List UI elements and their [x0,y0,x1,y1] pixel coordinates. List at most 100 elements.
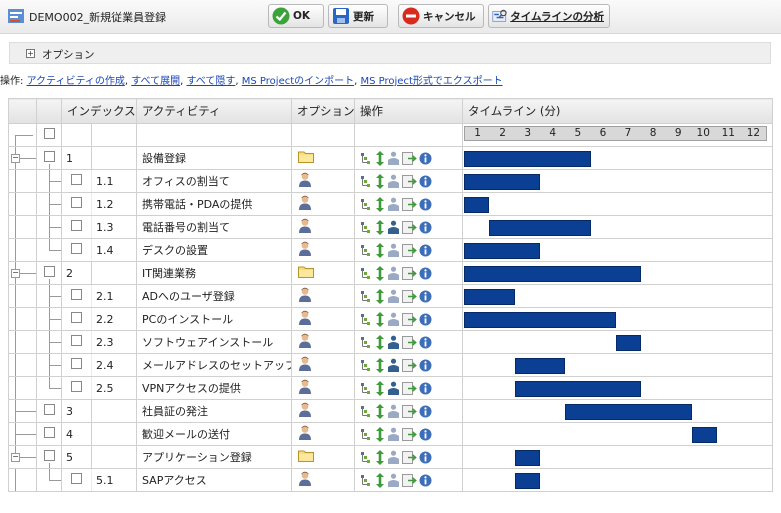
timeline-bar[interactable] [464,266,642,282]
info-icon[interactable] [419,428,432,441]
assign-icon[interactable] [387,427,400,441]
user-icon[interactable] [298,333,312,351]
activity-name[interactable]: 設備登録 [136,146,292,170]
timeline-bar[interactable] [514,450,540,466]
export-icon[interactable] [402,289,417,303]
user-icon[interactable] [298,195,312,213]
export-icon[interactable] [402,312,417,326]
row-checkbox[interactable] [43,151,55,162]
user-icon[interactable] [298,356,312,374]
row-checkbox[interactable] [71,312,82,323]
table-row[interactable]: − 1 設備登録 [8,146,773,170]
activity-name[interactable]: 歓迎メールの送付 [136,422,292,446]
header-operations[interactable]: 操作 [354,98,463,124]
info-icon[interactable] [419,221,432,234]
export-icon[interactable] [402,266,417,280]
ok-button[interactable]: OK [268,4,324,28]
move-icon[interactable] [375,265,385,281]
row-checkbox[interactable] [43,404,55,415]
update-button[interactable]: 更新 [328,4,388,28]
move-icon[interactable] [375,426,385,442]
add-child-icon[interactable] [361,244,373,257]
table-row[interactable]: − 5 アプリケーション登録 [8,445,773,469]
user-icon[interactable] [298,218,312,236]
info-icon[interactable] [419,198,432,211]
activity-name[interactable]: 携帯電話・PDAの提供 [136,192,292,216]
folder-icon[interactable] [298,150,314,166]
move-icon[interactable] [375,242,385,258]
assign-icon[interactable] [387,220,400,234]
collapse-all-link[interactable]: すべて隠す [187,76,236,87]
table-row[interactable]: 2.4 メールアドレスのセットアップ [8,353,773,377]
info-icon[interactable] [419,244,432,257]
export-icon[interactable] [402,358,417,372]
timeline-bar[interactable] [616,335,642,351]
header-index[interactable]: インデックス [61,98,137,124]
activity-name[interactable]: ADへのユーザ登録 [136,284,292,308]
export-icon[interactable] [402,151,417,165]
move-icon[interactable] [375,449,385,465]
export-icon[interactable] [402,197,417,211]
export-icon[interactable] [402,404,417,418]
user-icon[interactable] [298,172,312,190]
export-icon[interactable] [402,427,417,441]
row-checkbox[interactable] [43,266,55,277]
add-child-icon[interactable] [361,382,373,395]
ms-project-import-link[interactable]: MS Projectのインポート [242,76,354,87]
row-checkbox[interactable] [71,174,82,185]
row-checkbox[interactable] [71,243,82,254]
move-icon[interactable] [375,150,385,166]
table-row[interactable]: 5.1 SAPアクセス [8,468,773,492]
row-checkbox[interactable] [71,358,82,369]
collapse-toggle-icon[interactable]: − [11,453,20,462]
add-child-icon[interactable] [361,428,373,441]
move-icon[interactable] [375,334,385,350]
activity-name[interactable]: オフィスの割当て [136,169,292,193]
table-row[interactable]: 4 歓迎メールの送付 [8,422,773,446]
timeline-bar[interactable] [464,289,515,305]
move-icon[interactable] [375,472,385,488]
move-icon[interactable] [375,357,385,373]
add-child-icon[interactable] [361,405,373,418]
row-checkbox[interactable] [71,335,82,346]
add-child-icon[interactable] [361,221,373,234]
info-icon[interactable] [419,451,432,464]
user-icon[interactable] [298,241,312,259]
timeline-bar[interactable] [464,174,540,190]
assign-icon[interactable] [387,151,400,165]
add-child-icon[interactable] [361,175,373,188]
user-icon[interactable] [298,379,312,397]
analyze-timeline-button[interactable]: タイムラインの分析 [488,4,610,28]
collapse-toggle-icon[interactable]: − [11,154,20,163]
table-row[interactable]: 3 社員証の発注 [8,399,773,423]
add-child-icon[interactable] [361,152,373,165]
row-checkbox[interactable] [43,427,55,438]
activity-name[interactable]: IT関連業務 [136,261,292,285]
activity-name[interactable]: アプリケーション登録 [136,445,292,469]
info-icon[interactable] [419,313,432,326]
table-row[interactable]: − 2 IT関連業務 [8,261,773,285]
assign-icon[interactable] [387,174,400,188]
export-icon[interactable] [402,473,417,487]
info-icon[interactable] [419,175,432,188]
expand-all-link[interactable]: すべて展開 [131,76,180,87]
assign-icon[interactable] [387,381,400,395]
export-icon[interactable] [402,381,417,395]
row-checkbox[interactable] [43,450,55,461]
activity-name[interactable]: メールアドレスのセットアップ [136,353,292,377]
timeline-bar[interactable] [514,473,540,489]
move-icon[interactable] [375,403,385,419]
assign-icon[interactable] [387,197,400,211]
activity-name[interactable]: ソフトウェアインストール [136,330,292,354]
row-checkbox[interactable] [71,197,82,208]
row-checkbox[interactable] [71,220,82,231]
row-checkbox[interactable] [71,289,82,300]
timeline-bar[interactable] [464,197,490,213]
header-timeline[interactable]: タイムライン (分) [462,98,773,124]
assign-icon[interactable] [387,266,400,280]
add-child-icon[interactable] [361,267,373,280]
timeline-bar[interactable] [514,381,642,397]
table-row[interactable]: 1.1 オフィスの割当て [8,169,773,193]
header-activity[interactable]: アクティビティ [136,98,292,124]
add-child-icon[interactable] [361,198,373,211]
